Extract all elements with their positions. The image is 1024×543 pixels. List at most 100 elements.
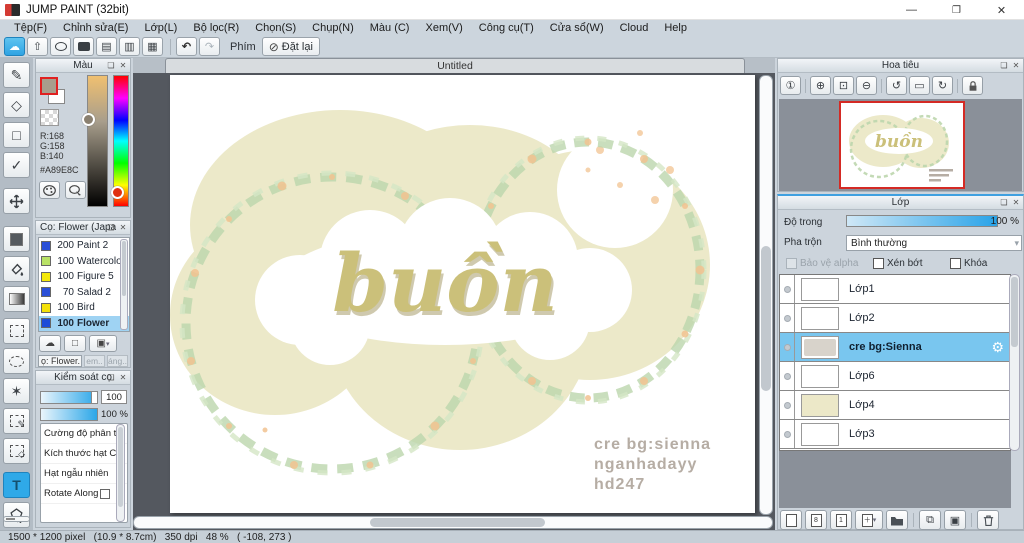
menu-tools[interactable]: Công cụ(T) — [471, 22, 542, 34]
brush-size-slider[interactable] — [40, 390, 98, 404]
cloud-sync-button[interactable]: ☁ — [4, 37, 25, 56]
popout-icon[interactable]: ❏ — [106, 60, 116, 70]
comment-button[interactable] — [50, 37, 71, 56]
select-pen-tool[interactable]: ✎ — [3, 408, 30, 434]
rotate-left-button[interactable]: ↺ — [886, 76, 907, 95]
reset-button[interactable]: ⊘ Đặt lại — [261, 37, 320, 56]
layer-row[interactable]: Lớp3 — [780, 420, 1010, 449]
popout-icon[interactable]: ❏ — [106, 372, 116, 382]
document-button[interactable]: ▤ — [96, 37, 117, 56]
brush-row[interactable]: 100 Bird — [39, 300, 129, 316]
magic-wand-tool[interactable]: ✶ — [3, 378, 30, 404]
palette-button[interactable] — [39, 181, 60, 199]
visibility-toggle[interactable] — [780, 391, 795, 419]
close-icon[interactable]: ✕ — [118, 60, 128, 70]
storyboard-button[interactable]: ▥ — [119, 37, 140, 56]
canvas-horizontal-scrollbar[interactable] — [133, 516, 773, 529]
brush-row[interactable]: 70 Salad 2 — [39, 285, 129, 301]
new-1bit-layer-button[interactable]: 1 — [830, 510, 852, 530]
canvas[interactable]: buồn buồn cre bg:sienna nganhadayy hd247 — [170, 75, 755, 513]
menu-help[interactable]: Help — [656, 22, 695, 34]
restore-button[interactable]: ❐ — [934, 0, 979, 20]
close-icon[interactable]: ✕ — [118, 222, 128, 232]
polygon-select-tool[interactable] — [3, 502, 30, 528]
layer-row[interactable]: Lớp6 — [780, 362, 1010, 391]
move-tool[interactable] — [3, 188, 30, 214]
menu-snap[interactable]: Chụp(N) — [304, 22, 362, 34]
menu-select[interactable]: Chọn(S) — [247, 22, 304, 34]
close-icon[interactable]: ✕ — [1011, 197, 1021, 207]
select-eraser-tool[interactable]: ◇ — [3, 438, 30, 464]
option-particle-size[interactable]: Kích thước hạt C — [41, 444, 127, 464]
visibility-toggle[interactable] — [780, 420, 795, 448]
option-random-particle[interactable]: Hạt ngẫu nhiên — [41, 464, 127, 484]
popout-icon[interactable]: ❏ — [106, 222, 116, 232]
menu-file[interactable]: Tệp(F) — [6, 22, 55, 34]
comment-box-button[interactable] — [73, 37, 94, 56]
hue-knob[interactable] — [111, 186, 124, 199]
visibility-toggle[interactable] — [780, 304, 795, 332]
brush-cloud-button[interactable]: ☁ — [39, 335, 61, 352]
delete-layer-button[interactable] — [977, 510, 999, 530]
brush-opacity-slider[interactable] — [40, 408, 98, 421]
menu-cloud[interactable]: Cloud — [612, 22, 657, 34]
brush-row[interactable]: 200 Paint 2 — [39, 238, 129, 254]
lock-checkbox[interactable]: Khóa — [950, 258, 987, 269]
close-icon[interactable]: ✕ — [118, 372, 128, 382]
zoom-out-button[interactable]: ⊖ — [856, 76, 877, 95]
curve-tool[interactable]: ✓ — [3, 152, 30, 178]
tool-size-slider[interactable] — [3, 516, 30, 522]
gradient-tool[interactable] — [3, 286, 30, 312]
merge-layer-button[interactable]: ▣ — [944, 510, 966, 530]
brush-new-button[interactable]: □ — [64, 335, 86, 352]
layer-row[interactable]: Lớp1 — [780, 275, 1010, 304]
fit-screen-button[interactable]: ⊡ — [833, 76, 854, 95]
vscroll-thumb[interactable] — [761, 246, 771, 391]
lock-button[interactable] — [962, 76, 983, 95]
layer-list-scrollbar[interactable] — [1009, 274, 1020, 451]
bucket-tool[interactable] — [3, 256, 30, 282]
menu-filter[interactable]: Bộ lọc(R) — [185, 22, 247, 34]
menu-window[interactable]: Cửa sổ(W) — [542, 22, 612, 34]
brush-size-value[interactable]: 100 — [101, 390, 127, 404]
brush-name-field[interactable]: ọ: Flower. — [38, 355, 82, 367]
navigator-thumbnail[interactable]: buồn — [839, 101, 965, 189]
new-layer-button[interactable] — [780, 510, 802, 530]
menu-color[interactable]: Màu (C) — [362, 22, 418, 34]
new-folder-button[interactable] — [886, 510, 908, 530]
duplicate-layer-button[interactable]: ⧉ — [919, 510, 941, 530]
brush-footer-button-2[interactable]: áng.. — [107, 355, 128, 367]
foreground-color-swatch[interactable] — [40, 77, 58, 95]
option-rotate-along[interactable]: Rotate Along — [41, 484, 127, 504]
option-scatter[interactable]: Cường độ phân t — [41, 424, 127, 444]
palette-edit-button[interactable] — [65, 181, 86, 199]
rotate-along-checkbox[interactable] — [100, 488, 111, 499]
brush-row-selected[interactable]: 100 Flower — [39, 315, 129, 331]
layer-row[interactable]: Lớp2 — [780, 304, 1010, 333]
zoom-100-button[interactable]: ① — [780, 76, 801, 95]
brush-image-button[interactable]: ▣ ▾ — [89, 335, 117, 352]
add-layer-menu-button[interactable]: ＋ ▾ — [855, 510, 883, 530]
text-tool[interactable]: T — [3, 472, 30, 498]
visibility-toggle[interactable] — [780, 275, 795, 303]
new-8bit-layer-button[interactable]: 8 — [805, 510, 827, 530]
undo-button[interactable]: ↶ — [176, 37, 197, 56]
blend-mode-select[interactable]: Bình thường ▾ — [846, 235, 1022, 251]
eraser-tool[interactable]: ◇ — [3, 92, 30, 118]
brush-footer-button-1[interactable]: em.. — [84, 355, 105, 367]
visibility-toggle[interactable] — [780, 362, 795, 390]
brush-list-scrollbar[interactable] — [120, 239, 128, 330]
zoom-in-button[interactable]: ⊕ — [810, 76, 831, 95]
popout-icon[interactable]: ❏ — [999, 197, 1009, 207]
menu-edit[interactable]: Chỉnh sửa(E) — [55, 22, 136, 34]
brightness-knob[interactable] — [82, 113, 95, 126]
minimize-button[interactable]: — — [889, 0, 934, 20]
publish-button[interactable]: ⇧ — [27, 37, 48, 56]
menu-view[interactable]: Xem(V) — [417, 22, 470, 34]
select-rect-tool[interactable] — [3, 318, 30, 344]
manga-panels-button[interactable]: ▦ — [142, 37, 163, 56]
fill-rect-tool[interactable] — [3, 226, 30, 252]
menu-layer[interactable]: Lớp(L) — [136, 22, 185, 34]
brush-row[interactable]: 100 Figure 5 — [39, 269, 129, 285]
redo-button[interactable]: ↷ — [199, 37, 220, 56]
